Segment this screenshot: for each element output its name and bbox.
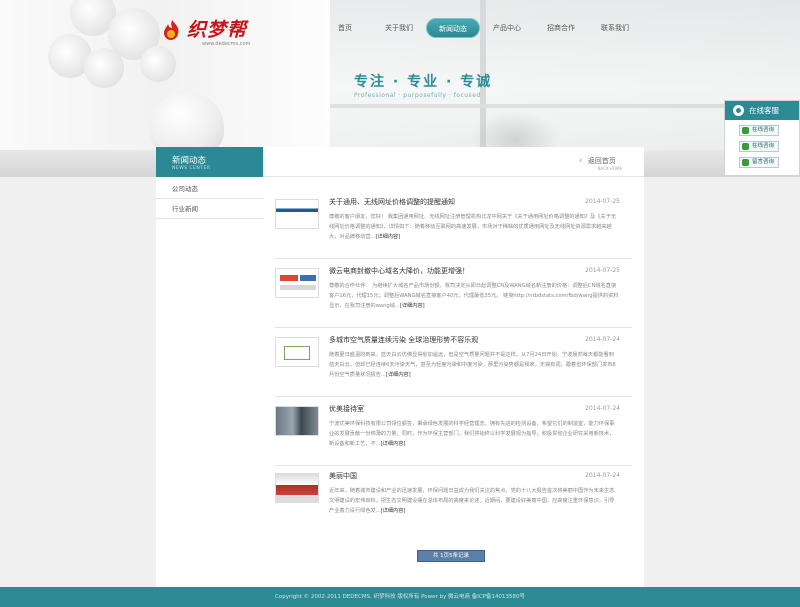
qq-icon [742, 127, 749, 134]
leave-message-button[interactable]: 留言咨询 [739, 157, 779, 168]
news-thumbnail[interactable] [275, 199, 319, 229]
logo-flame-icon [164, 20, 179, 40]
banner-slogan-en: Professional · purposefully · focused [354, 92, 481, 99]
news-summary: 随着夏日盛温的到来，蓝天白云仿佛显得愈加遥远，但是空气质量问题并不是这样，从7月… [329, 350, 619, 380]
footer-copyright: Copyright © 2002-2011 DEDECMS. 织梦科技 版权所有… [0, 587, 800, 607]
back-home-en: BACK HOME [597, 166, 622, 171]
news-summary-text: 宁波优美环保科技有限公司领位舰签，秉承绿色发展的科学经营理念，拥有先进的检测设备… [329, 421, 615, 447]
sidebar-item-company-news[interactable]: 公司动态 [156, 179, 263, 199]
online-consult-label: 在线咨询 [752, 143, 775, 149]
news-item: 关于通用、无线网址价格调整的提醒通知 2014-07-25 尊敬的客户朋友，您好… [275, 195, 632, 259]
news-date: 2014-07-24 [585, 472, 620, 479]
online-service-header: 在线客服 [725, 101, 799, 120]
news-more-link[interactable]: [详细内容] [386, 372, 411, 378]
online-service-panel: 在线客服 在线咨询 在线咨询 留言咨询 [724, 100, 800, 176]
news-title[interactable]: 美丽中国 [329, 471, 357, 481]
news-item: 美丽中国 2014-07-24 近年来，随着城市建设和产业的迅速发展，环保问题日… [275, 469, 632, 533]
nav-about[interactable]: 关于我们 [372, 18, 426, 38]
nav-contact[interactable]: 联系我们 [588, 18, 642, 38]
nav-news[interactable]: 新闻动态 [426, 18, 480, 38]
news-summary-text: 近年来，随着城市建设和产业的迅速发展，环保问题日益成为我们关注的焦点，党的十八大… [329, 488, 615, 514]
sidebar-title-en: NEWS CENTER [172, 166, 211, 171]
sidebar-title: 新闻动态 [172, 156, 207, 166]
leave-message-label: 留言咨询 [752, 159, 775, 165]
sidebar-item-industry-news[interactable]: 行业新闻 [156, 199, 263, 219]
news-date: 2014-07-25 [585, 198, 620, 205]
news-summary-text: 随着夏日盛温的到来，蓝天白云仿佛显得愈加遥远，但是空气质量问题并不是这样，从7月… [329, 352, 616, 378]
news-title[interactable]: 微云电商封撤中心域名大降价，功能更增强！ [329, 266, 469, 276]
news-thumbnail[interactable] [275, 473, 319, 503]
online-consult-button-2[interactable]: 在线咨询 [739, 141, 779, 152]
headset-icon [733, 105, 744, 116]
news-summary: 尊敬的客户朋友，您好！ 我集团通用网址、无线网址注册管理机构北龙中网关于《关于通… [329, 212, 619, 242]
news-more-link[interactable]: [详细内容] [375, 234, 400, 240]
qq-icon [742, 159, 749, 166]
news-thumbnail[interactable] [275, 337, 319, 367]
content-header: ‹ 返回首页 BACK HOME [263, 147, 644, 177]
news-thumbnail[interactable] [275, 406, 319, 436]
nav-cooperation[interactable]: 招商合作 [534, 18, 588, 38]
news-item: 多城市空气质量连续污染 全球治理形势不容乐观 2014-07-24 随着夏日盛温… [275, 333, 632, 397]
news-summary: 近年来，随着城市建设和产业的迅速发展，环保问题日益成为我们关注的焦点，党的十八大… [329, 486, 619, 516]
news-summary: 宁波优美环保科技有限公司领位舰签，秉承绿色发展的科学经营理念，拥有先进的检测设备… [329, 419, 619, 449]
news-summary-text: 尊敬的合作伙伴： 为继续扩大域名产品市场份额，我司决定从即日起调整CN及WANG… [329, 283, 619, 309]
news-date: 2014-07-24 [585, 405, 620, 412]
online-consult-button-1[interactable]: 在线咨询 [739, 125, 779, 136]
qq-icon [742, 143, 749, 150]
pagination-info[interactable]: 共 1页5条记录 [417, 550, 485, 562]
news-item: 优美接待室 2014-07-24 宁波优美环保科技有限公司领位舰签，秉承绿色发展… [275, 402, 632, 466]
nav-home[interactable]: 首页 [318, 18, 372, 38]
site-logo[interactable]: 织梦帮 www.dedecms.com [160, 16, 251, 47]
news-list-panel: ‹ 返回首页 BACK HOME 关于通用、无线网址价格调整的提醒通知 2014… [263, 147, 644, 587]
news-date: 2014-07-24 [585, 336, 620, 343]
back-home-label: 返回首页 [587, 157, 616, 165]
news-title[interactable]: 关于通用、无线网址价格调整的提醒通知 [329, 197, 455, 207]
online-consult-label: 在线咨询 [752, 127, 775, 133]
chevron-left-icon: ‹ [578, 156, 583, 166]
news-item: 微云电商封撤中心域名大降价，功能更增强！ 2014-07-25 尊敬的合作伙伴：… [275, 264, 632, 328]
logo-text: 织梦帮 [187, 18, 248, 41]
news-more-link[interactable]: [详细内容] [381, 441, 406, 447]
news-title[interactable]: 优美接待室 [329, 404, 364, 414]
news-thumbnail[interactable] [275, 268, 319, 298]
logo-subtext: www.dedecms.com [202, 41, 251, 47]
news-summary: 尊敬的合作伙伴： 为继续扩大域名产品市场份额，我司决定从即日起调整CN及WANG… [329, 281, 619, 311]
news-summary-text: 尊敬的客户朋友，您好！ 我集团通用网址、无线网址注册管理机构北龙中网关于《关于通… [329, 214, 616, 240]
back-home-link[interactable]: ‹ 返回首页 BACK HOME [579, 156, 622, 171]
main-nav: 首页 关于我们 新闻动态 产品中心 招商合作 联系我们 [318, 18, 642, 38]
online-service-title: 在线客服 [749, 106, 779, 115]
news-more-link[interactable]: [详细内容] [400, 303, 425, 309]
news-more-link[interactable]: [详细内容] [381, 508, 406, 514]
news-date: 2014-07-25 [585, 267, 620, 274]
sidebar-title-block: 新闻动态 NEWS CENTER [156, 147, 263, 177]
banner-slogan: 专注 · 专业 · 专诚 [354, 74, 493, 90]
sidebar: 新闻动态 NEWS CENTER 公司动态 行业新闻 [156, 147, 263, 587]
news-title[interactable]: 多城市空气质量连续污染 全球治理形势不容乐观 [329, 335, 478, 345]
nav-products[interactable]: 产品中心 [480, 18, 534, 38]
